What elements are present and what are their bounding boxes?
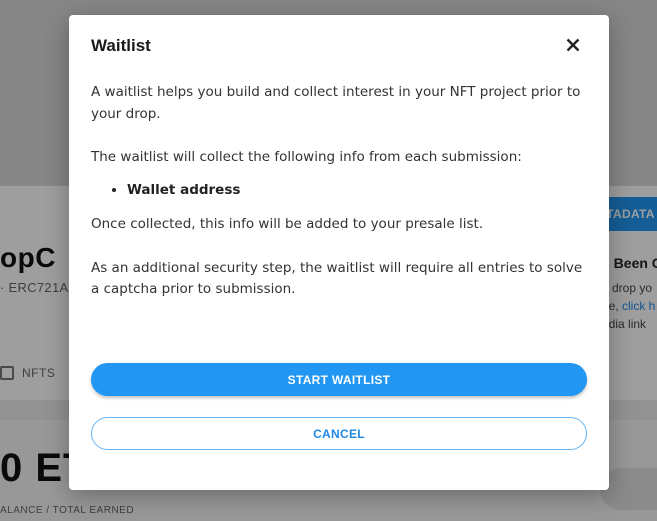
close-button[interactable] [565,37,581,53]
start-waitlist-button[interactable]: START WAITLIST [91,363,587,396]
security-paragraph: As an additional security step, the wait… [91,259,583,298]
close-icon [566,38,580,52]
modal-body: A waitlist helps you build and collect i… [91,82,591,301]
collected-paragraph: Once collected, this info will be added … [91,216,484,232]
modal-title: Waitlist [91,36,151,55]
list-item: Wallet address [127,180,591,202]
intro-paragraph: A waitlist helps you build and collect i… [91,84,581,122]
cancel-button[interactable]: CANCEL [91,417,587,450]
waitlist-modal: Waitlist A waitlist helps you build and … [69,15,609,490]
collect-paragraph: The waitlist will collect the following … [91,149,522,165]
collected-fields-list: Wallet address [127,180,591,202]
